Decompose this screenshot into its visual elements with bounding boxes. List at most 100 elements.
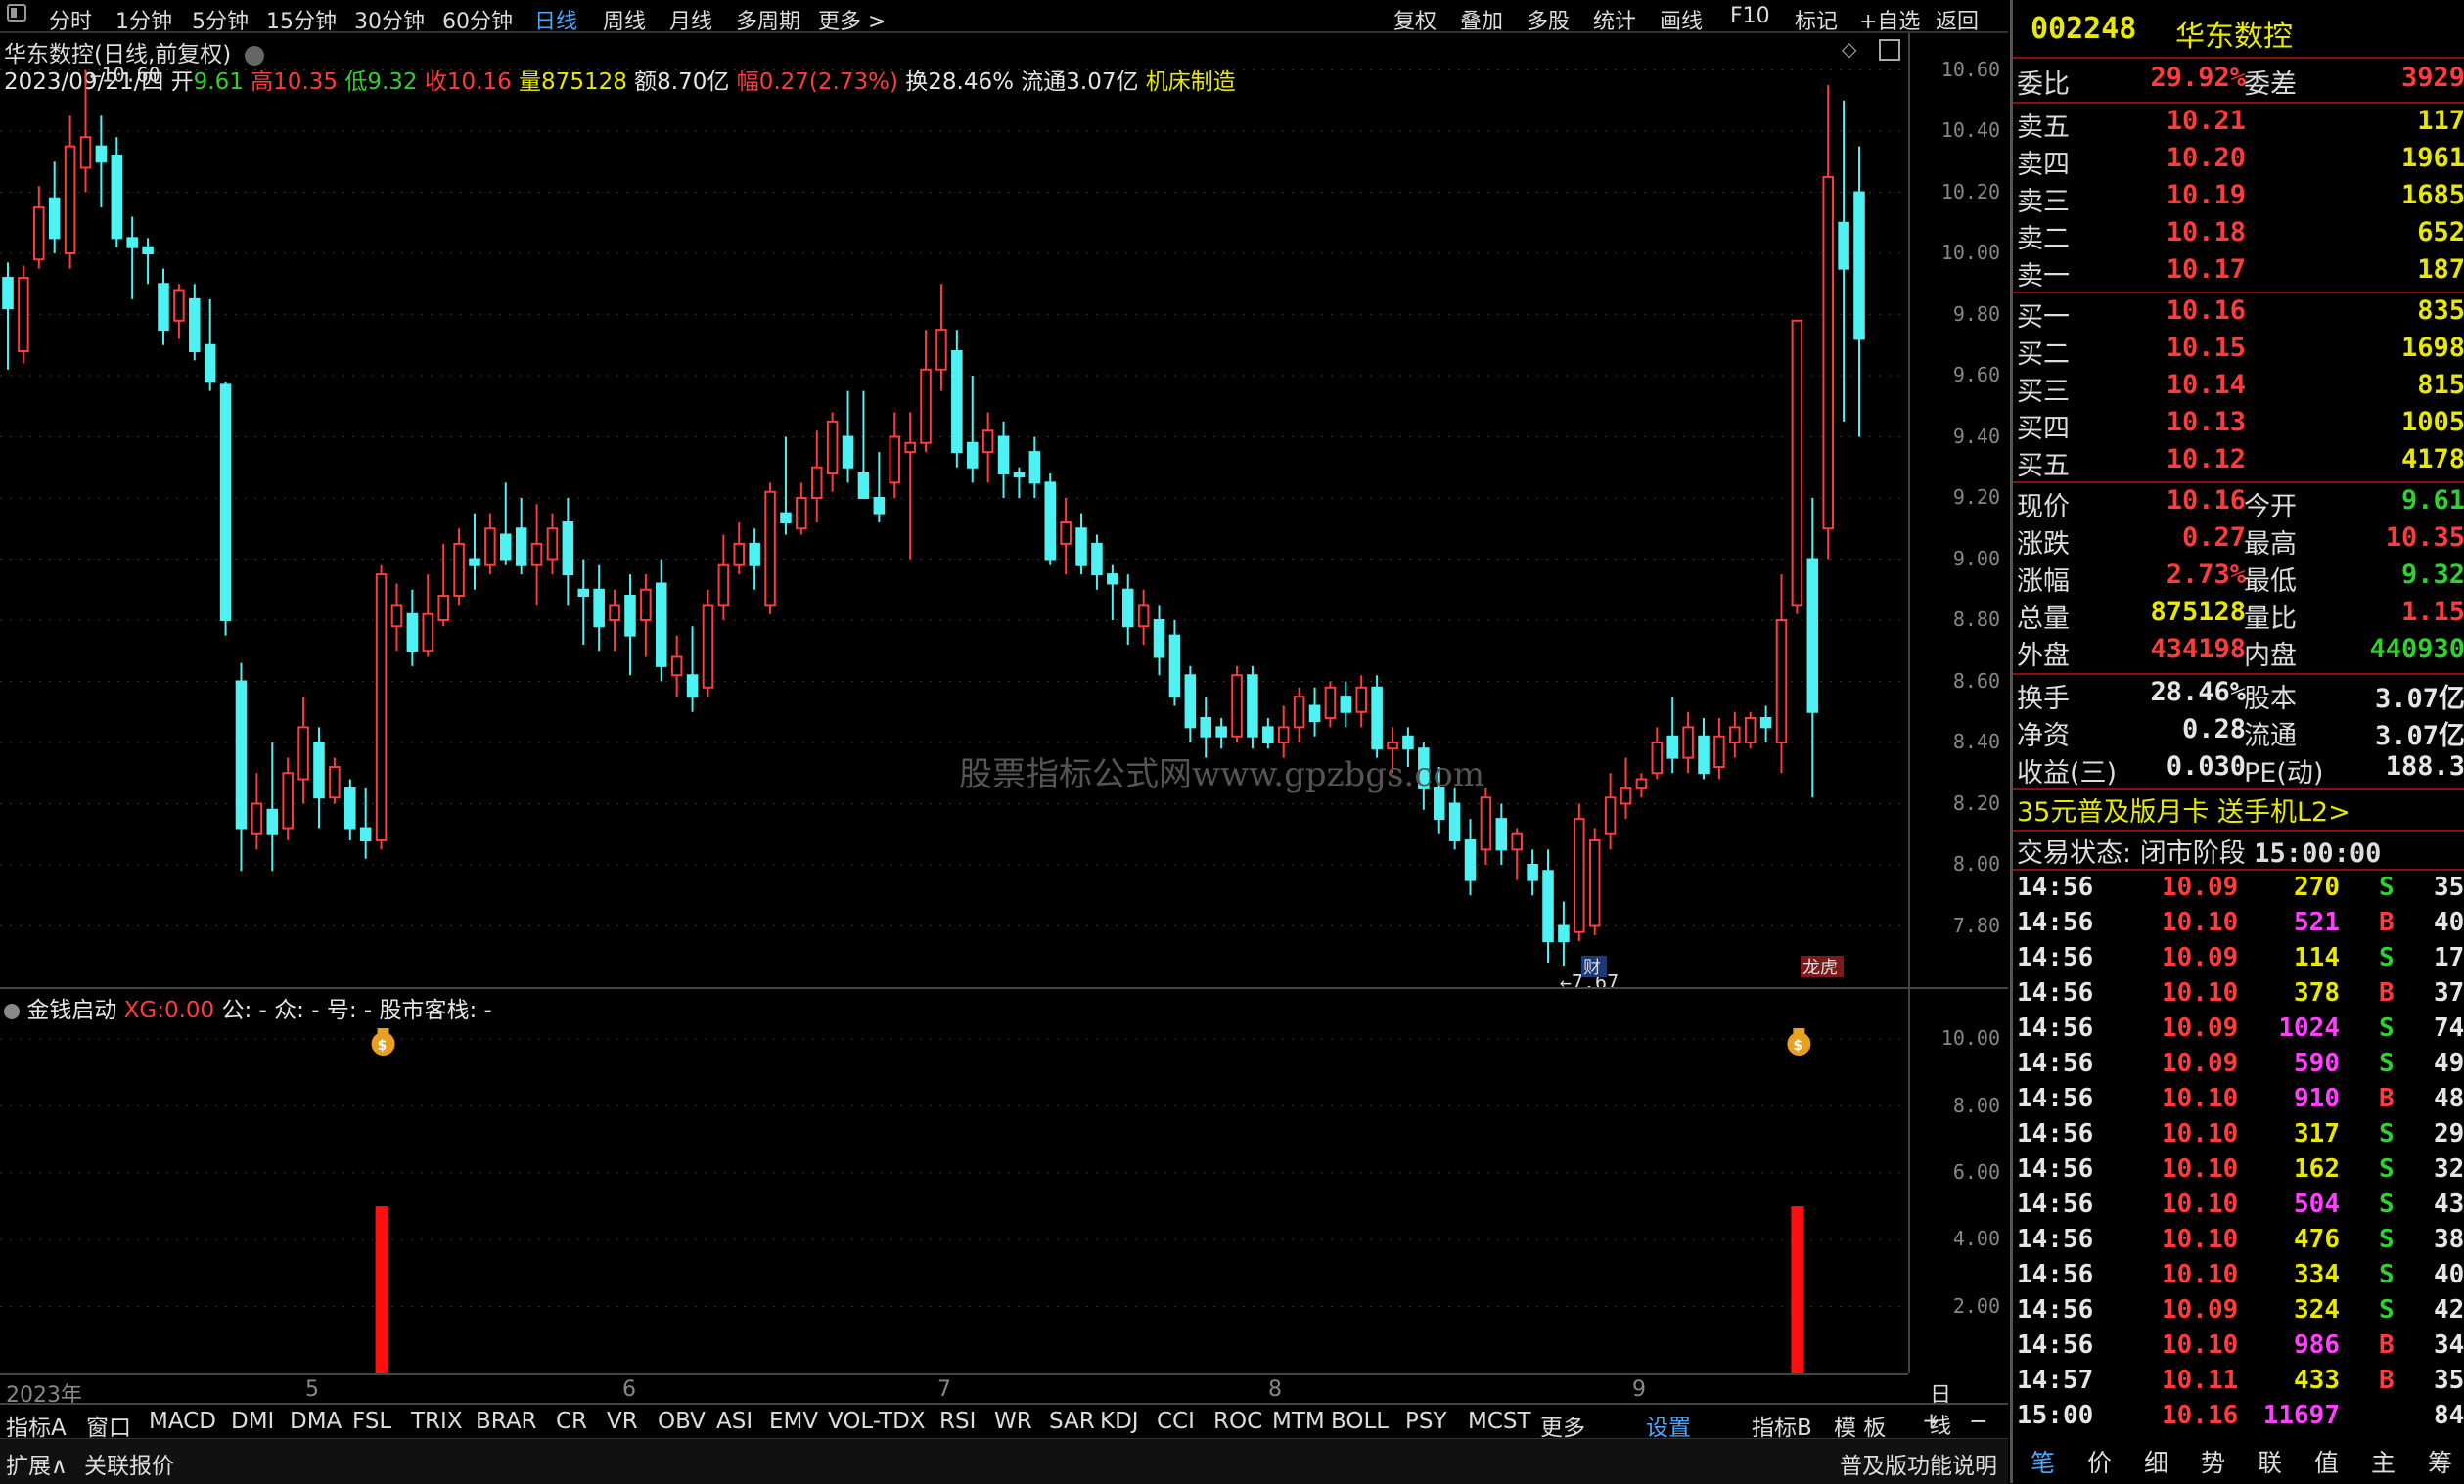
quote-tab[interactable]: 细 <box>2144 1444 2168 1479</box>
toolbar-button[interactable]: 标记 <box>1795 4 1838 35</box>
sell-row[interactable]: 卖四 10.20 1961 <box>2013 143 2464 180</box>
indicator-tab[interactable]: CCI <box>1157 1409 1195 1434</box>
toolbar-button[interactable]: F10 <box>1730 4 1770 28</box>
indicator-tab[interactable]: DMA <box>290 1409 342 1434</box>
candle-body <box>1340 696 1352 713</box>
indicator-tab[interactable]: MACD <box>149 1409 216 1434</box>
indicator-tab[interactable]: BRAR <box>476 1409 537 1434</box>
weibi-label: 委比 <box>2017 69 2070 100</box>
indicator-tab[interactable]: FSL <box>352 1409 391 1434</box>
buy-row[interactable]: 买四 10.13 1005 <box>2013 407 2464 444</box>
indicator-tab[interactable]: DMI <box>231 1409 274 1434</box>
price-tick: 10.00 <box>1940 241 2000 264</box>
buy-row[interactable]: 买二 10.15 1698 <box>2013 333 2464 370</box>
quote-tab[interactable]: 笔 <box>2031 1444 2055 1479</box>
indicator-tab[interactable]: 指标A <box>6 1409 67 1442</box>
stat-label: 最高 <box>2244 529 2297 560</box>
quote-tab[interactable]: 主 <box>2371 1444 2396 1479</box>
indicator-tab[interactable]: MTM <box>1272 1409 1325 1434</box>
buy-row[interactable]: 买一 10.16 835 <box>2013 295 2464 333</box>
period-tab[interactable]: 分时 <box>49 4 92 35</box>
period-tab[interactable]: 月线 <box>669 4 712 35</box>
indicator-tab[interactable]: MCST <box>1468 1409 1531 1434</box>
longhu-marker[interactable]: 龙虎 <box>1801 956 1844 978</box>
indicator-tab-right[interactable]: − <box>1969 1409 1987 1434</box>
price-tick: 9.60 <box>1952 363 2000 386</box>
stat-label: 内盘 <box>2244 641 2297 671</box>
buy-row[interactable]: 买三 10.14 815 <box>2013 370 2464 407</box>
candle-body <box>1588 839 1601 927</box>
indicator-tab[interactable]: VR <box>607 1409 638 1434</box>
expand-button[interactable]: 扩展∧ <box>6 1447 68 1480</box>
sell-row[interactable]: 卖一 10.17 187 <box>2013 254 2464 292</box>
stat-value: 10.35 <box>2385 522 2464 553</box>
sell-row[interactable]: 卖五 10.21 117 <box>2013 106 2464 143</box>
indicator-tab-right[interactable]: 指标B <box>1752 1409 1812 1442</box>
period-tab[interactable]: 1分钟 <box>115 4 172 35</box>
sell-row[interactable]: 卖二 10.18 652 <box>2013 217 2464 254</box>
indicator-tab[interactable]: PSY <box>1405 1409 1447 1434</box>
stat-label: 涨幅 <box>2017 566 2070 597</box>
period-tab[interactable]: 多周期 <box>736 4 800 35</box>
stat-label: 现价 <box>2017 492 2070 522</box>
indicator-tab[interactable]: KDJ <box>1100 1409 1139 1434</box>
indicator-tick: 2.00 <box>1952 1293 2000 1318</box>
indicator-tab[interactable]: BOLL <box>1331 1409 1389 1434</box>
toolbar-button[interactable]: 画线 <box>1660 4 1703 35</box>
indicator-tab[interactable]: VOL-TDX <box>828 1409 926 1434</box>
toolbar-button[interactable]: +自选 <box>1859 4 1920 35</box>
period-tab[interactable]: 日线 <box>534 4 577 35</box>
price-tick: 10.20 <box>1940 179 2000 203</box>
stat-label: 换手 <box>2017 684 2070 714</box>
indicator-tab[interactable]: WR <box>994 1409 1032 1434</box>
toolbar-button[interactable]: 叠加 <box>1460 4 1503 35</box>
indicator-tab-right[interactable]: + <box>1922 1409 1940 1434</box>
stat-label: 流通 <box>2244 721 2297 751</box>
tick-side: S <box>2379 1119 2395 1148</box>
status-time: 15:00:00 <box>2254 838 2382 869</box>
indicator-tab[interactable]: EMV <box>769 1409 818 1434</box>
indicator-tab[interactable]: CR <box>556 1409 587 1434</box>
finance-marker[interactable]: 财 <box>1581 956 1607 978</box>
toolbar-button[interactable]: 返回 <box>1936 4 1979 35</box>
toolbar-button[interactable]: 统计 <box>1593 4 1636 35</box>
tick-time: 14:57 <box>2017 1366 2094 1395</box>
indicator-tab[interactable]: ROC <box>1213 1409 1262 1434</box>
candle-body <box>1775 619 1788 743</box>
period-tab[interactable]: 更多 > <box>818 4 886 35</box>
toolbar-button[interactable]: 复权 <box>1393 4 1437 35</box>
period-tab[interactable]: 30分钟 <box>354 4 425 35</box>
sell-row[interactable]: 卖三 10.19 1685 <box>2013 180 2464 217</box>
period-tab[interactable]: 5分钟 <box>192 4 249 35</box>
quote-tab[interactable]: 势 <box>2201 1444 2225 1479</box>
candle-body <box>344 787 356 830</box>
period-tab[interactable]: 周线 <box>603 4 646 35</box>
period-tab[interactable]: 60分钟 <box>442 4 513 35</box>
quote-tab[interactable]: 值 <box>2314 1444 2339 1479</box>
candle-body <box>1527 864 1538 881</box>
indicator-tab-right[interactable]: 模 板 <box>1834 1409 1886 1442</box>
indicator-tab[interactable]: 设置 <box>1646 1409 1691 1442</box>
indicator-tab[interactable]: 更多 <box>1540 1409 1585 1442</box>
promo-link[interactable]: 35元普及版月卡 送手机L2> <box>2017 790 2350 829</box>
quote-tab[interactable]: 联 <box>2258 1444 2282 1479</box>
help-link[interactable]: 普及版功能说明 <box>1840 1447 1997 1480</box>
indicator-tab[interactable]: ASI <box>716 1409 753 1434</box>
indicator-tab[interactable]: 窗口 <box>86 1409 131 1442</box>
buy-row[interactable]: 买五 10.12 4178 <box>2013 444 2464 481</box>
quote-tab[interactable]: 筹 <box>2428 1444 2452 1479</box>
indicator-tab[interactable]: OBV <box>658 1409 706 1434</box>
quote-tab[interactable]: 价 <box>2087 1444 2112 1479</box>
toolbar-button[interactable]: 多股 <box>1527 4 1570 35</box>
indicator-pane[interactable]: 金钱启动 XG:0.00 公: - 众: - 号: - 股市客栈: - $ $ <box>0 989 1908 1373</box>
indicator-tab[interactable]: TRIX <box>411 1409 463 1434</box>
money-bag-icon: $ <box>1787 1028 1811 1056</box>
period-tab[interactable]: 15分钟 <box>266 4 337 35</box>
indicator-tab[interactable]: SAR <box>1049 1409 1095 1434</box>
tick-vol: 11697 <box>2262 1401 2340 1430</box>
candlestick-chart[interactable]: 华东数控(日线,前复权) ◇ 2023/09/21/四 开9.61 高10.35… <box>0 33 1908 987</box>
indicator-tab[interactable]: RSI <box>939 1409 976 1434</box>
candle-body <box>48 197 61 240</box>
related-quote-button[interactable]: 关联报价 <box>84 1447 174 1480</box>
menu-icon[interactable] <box>6 2 27 29</box>
